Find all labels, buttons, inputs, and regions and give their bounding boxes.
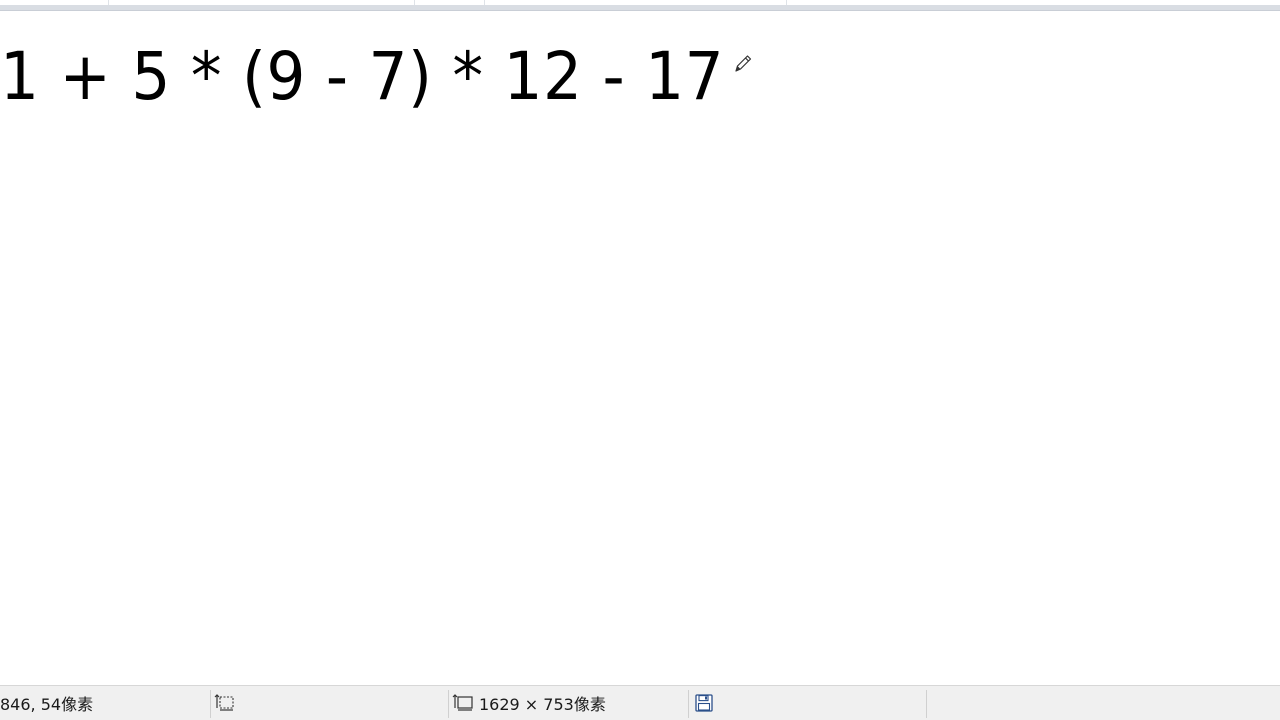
selection-size-cell (214, 686, 236, 720)
image-size-icon (452, 693, 476, 713)
image-size-text: 1629 × 753像素 (479, 695, 606, 714)
image-size-cell: 1629 × 753像素 (452, 686, 606, 720)
selection-icon (214, 693, 236, 713)
save-disk-icon (694, 693, 714, 713)
paint-window: 1 + 5 * (9 - 7) * 12 - 17 846, 54像素 1629… (0, 0, 1280, 720)
status-bar: 846, 54像素 1629 × 753像素 (0, 685, 1280, 720)
canvas-expression-text: 1 + 5 * (9 - 7) * 12 - 17 (0, 38, 725, 115)
top-ruler-border (0, 0, 1280, 12)
pencil-icon (732, 52, 754, 74)
drawing-canvas[interactable]: 1 + 5 * (9 - 7) * 12 - 17 (0, 12, 1280, 685)
file-size-cell (694, 686, 714, 720)
cursor-position-text: 846, 54像素 (0, 695, 94, 714)
cursor-position-cell: 846, 54像素 (0, 686, 93, 720)
